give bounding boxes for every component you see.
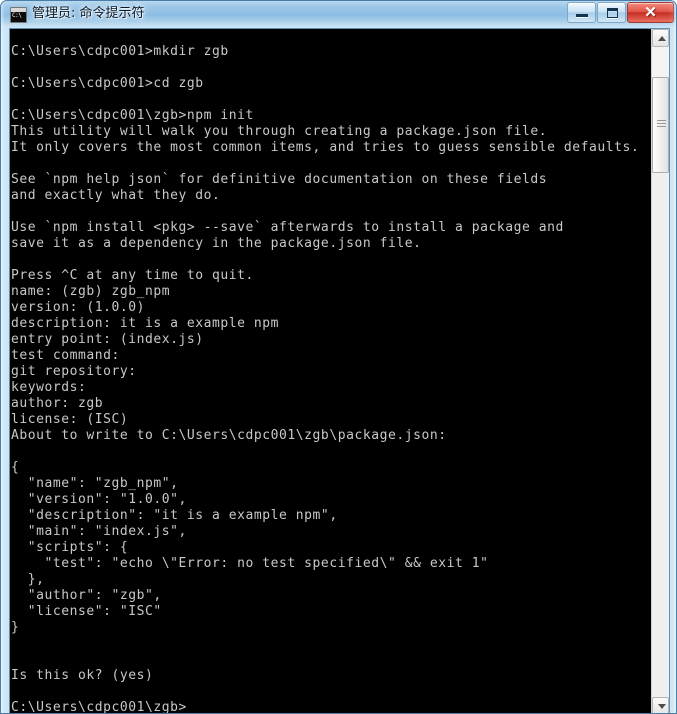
cmd-icon-label: C:\: [12, 12, 22, 19]
maximize-button[interactable]: [597, 2, 626, 23]
scroll-down-arrow-icon: [658, 704, 666, 709]
window-title: 管理员: 命令提示符: [32, 6, 145, 21]
scroll-up-button[interactable]: [652, 29, 669, 47]
close-icon: ✕: [644, 4, 657, 21]
close-button[interactable]: ✕: [627, 2, 674, 23]
scroll-up-arrow-icon: [658, 36, 666, 41]
minimize-icon: [576, 14, 588, 17]
console-client-area[interactable]: C:\Users\cdpc001>mkdir zgb C:\Users\cdpc…: [9, 28, 670, 714]
maximize-icon: [607, 8, 618, 18]
scroll-down-button[interactable]: [652, 697, 669, 713]
scrollbar-track-upper[interactable]: [652, 47, 669, 77]
title-bar[interactable]: C:\ 管理员: 命令提示符 ✕: [1, 1, 676, 27]
cmd-icon: C:\: [10, 7, 27, 23]
scrollbar-grip-icon: [657, 120, 666, 129]
window-controls: ✕: [566, 2, 674, 23]
command-prompt-window: C:\ 管理员: 命令提示符 ✕ C:\Users\cdpc001>mkdir …: [0, 0, 677, 714]
minimize-button[interactable]: [567, 2, 596, 23]
vertical-scrollbar[interactable]: [651, 29, 669, 713]
scrollbar-thumb[interactable]: [652, 77, 669, 173]
console-output: C:\Users\cdpc001>mkdir zgb C:\Users\cdpc…: [11, 44, 640, 714]
